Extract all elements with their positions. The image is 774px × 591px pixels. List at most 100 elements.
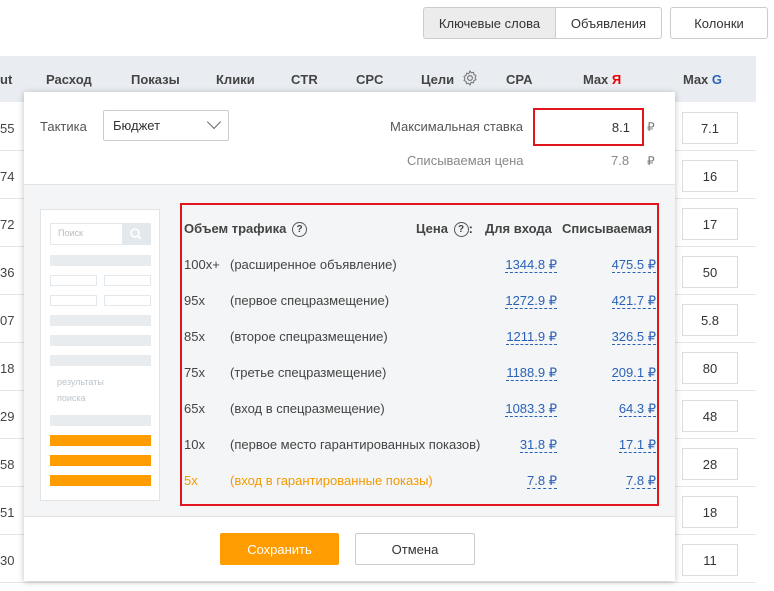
table-cell-left: 74 [0, 169, 15, 184]
charged-price-link[interactable]: 421.7 ₽ [611, 293, 656, 309]
column-header-cpa[interactable]: CPA [506, 72, 532, 87]
preview-ad-slot [50, 335, 151, 346]
preview-ad-slot [50, 355, 151, 366]
help-icon[interactable]: ? [292, 222, 307, 238]
max-google-input[interactable]: 28 [682, 448, 738, 480]
preview-guarantee-slot [50, 455, 151, 466]
table-cell-left: 51 [0, 505, 15, 520]
max-google-input[interactable]: 80 [682, 352, 738, 384]
traffic-row: 75x (третье спецразмещение) 1188.9 ₽ 209… [182, 365, 657, 385]
charged-price-value: 7.8 [611, 153, 630, 168]
entry-price-link[interactable]: 1083.3 ₽ [505, 401, 557, 417]
column-header-clicks[interactable]: Клики [216, 72, 255, 87]
traffic-row: 10x (первое место гарантированных показо… [182, 437, 657, 457]
charged-price-header: Списываемая [562, 221, 652, 236]
column-header-cpc[interactable]: CPC [356, 72, 383, 87]
column-header-impressions[interactable]: Показы [131, 72, 180, 87]
preview-search-button [122, 224, 150, 244]
max-bid-label: Максимальная ставка [390, 119, 524, 134]
entry-price-link[interactable]: 1211.9 ₽ [506, 329, 557, 345]
cancel-button[interactable]: Отмена [355, 533, 475, 565]
column-header-ctr[interactable]: CTR [291, 72, 318, 87]
table-cell-left: 29 [0, 409, 15, 424]
preview-results-text: поиска [57, 393, 86, 403]
charged-price-link[interactable]: 17.1 ₽ [618, 437, 656, 453]
charged-price-label: Списываемая цена [407, 153, 524, 168]
column-header-max-yandex[interactable]: Max Я [583, 72, 621, 87]
column-header-truncated[interactable]: ut [0, 72, 12, 87]
preview-ad-slot [104, 275, 151, 286]
price-header-text: Цена [416, 221, 448, 236]
traffic-row: 95x (первое спецразмещение) 1272.9 ₽ 421… [182, 293, 657, 313]
goals-gear-icon[interactable] [461, 69, 479, 87]
view-toolbar: Ключевые слова Объявления Колонки [0, 7, 774, 41]
traffic-row-selected: 5x (вход в гарантированные показы) 7.8 ₽… [182, 473, 657, 493]
max-google-input[interactable]: 50 [682, 256, 738, 288]
max-google-input[interactable]: 18 [682, 496, 738, 528]
max-google-input[interactable]: 48 [682, 400, 738, 432]
charged-price-currency: ₽ [647, 154, 655, 168]
traffic-volume-header-text: Объем трафика [184, 221, 287, 236]
max-google-prefix: Max [683, 72, 712, 87]
traffic-volume: 65x [184, 401, 205, 416]
charged-price-link[interactable]: 7.8 ₽ [626, 473, 656, 489]
max-google-input[interactable]: 5.8 [682, 304, 738, 336]
price-header: Цена ?: [416, 221, 473, 238]
charged-price-link[interactable]: 209.1 ₽ [611, 365, 656, 381]
preview-search-placeholder: Поиск [58, 228, 83, 238]
column-header-max-google[interactable]: Max G [683, 72, 722, 87]
traffic-position-desc: (расширенное объявление) [230, 257, 397, 272]
preview-guarantee-slot [50, 435, 151, 446]
tactic-label: Тактика [40, 119, 87, 134]
column-header-spend[interactable]: Расход [46, 72, 92, 87]
traffic-position-desc: (второе спецразмещение) [230, 329, 388, 344]
traffic-volume: 85x [184, 329, 205, 344]
traffic-position-desc: (вход в спецразмещение) [230, 401, 385, 416]
entry-price-link[interactable]: 1188.9 ₽ [506, 365, 557, 381]
table-cell-left: 58 [0, 457, 15, 472]
traffic-position-desc: (третье спецразмещение) [230, 365, 387, 380]
table-cell-left: 55 [0, 121, 15, 136]
traffic-volume-table: Объем трафика ? Цена ?: Для входа Списыв… [180, 203, 659, 506]
chevron-down-icon [206, 114, 222, 130]
traffic-volume: 10x [184, 437, 205, 452]
charged-price-link[interactable]: 475.5 ₽ [611, 257, 656, 273]
charged-price-link[interactable]: 64.3 ₽ [618, 401, 656, 417]
table-cell-left: 18 [0, 361, 15, 376]
traffic-position-desc: (первое место гарантированных показов) [230, 437, 481, 452]
yandex-logo-letter: Я [611, 72, 622, 87]
tactic-select[interactable]: Бюджет [103, 110, 229, 141]
preview-ad-slot [50, 295, 97, 306]
keywords-tab-button[interactable]: Ключевые слова [423, 7, 556, 39]
traffic-row: 65x (вход в спецразмещение) 1083.3 ₽ 64.… [182, 401, 657, 421]
max-google-input[interactable]: 17 [682, 208, 738, 240]
tactic-select-value: Бюджет [113, 118, 161, 133]
search-icon [130, 228, 142, 240]
charged-price-link[interactable]: 326.5 ₽ [611, 329, 656, 345]
max-google-input[interactable]: 11 [682, 544, 738, 576]
serp-preview-illustration: Поиск результаты поиска [40, 209, 160, 501]
table-cell-left: 72 [0, 217, 15, 232]
preview-ad-slot [50, 315, 151, 326]
preview-ad-slot [50, 415, 151, 426]
entry-price-link[interactable]: 31.8 ₽ [519, 437, 557, 453]
ads-tab-button[interactable]: Объявления [555, 7, 662, 39]
max-google-input[interactable]: 7.1 [682, 112, 738, 144]
bid-settings-section: Тактика Бюджет Максимальная ставка 8.1 ₽… [24, 92, 675, 184]
preview-search-box: Поиск [50, 223, 151, 245]
table-cell-left: 36 [0, 265, 15, 280]
columns-button[interactable]: Колонки [670, 7, 768, 39]
entry-price-link[interactable]: 7.8 ₽ [527, 473, 557, 489]
max-google-input[interactable]: 16 [682, 160, 738, 192]
max-bid-input[interactable]: 8.1 [533, 108, 644, 146]
traffic-position-desc: (вход в гарантированные показы) [230, 473, 433, 488]
traffic-position-desc: (первое спецразмещение) [230, 293, 390, 308]
traffic-volume-header: Объем трафика ? [184, 221, 307, 238]
column-header-goals[interactable]: Цели [421, 72, 454, 87]
help-icon[interactable]: ? [453, 222, 469, 238]
price-header-colon: : [468, 221, 473, 236]
save-button[interactable]: Сохранить [220, 533, 339, 565]
entry-price-link[interactable]: 1344.8 ₽ [505, 257, 557, 273]
preview-ad-slot [104, 295, 151, 306]
entry-price-link[interactable]: 1272.9 ₽ [505, 293, 557, 309]
